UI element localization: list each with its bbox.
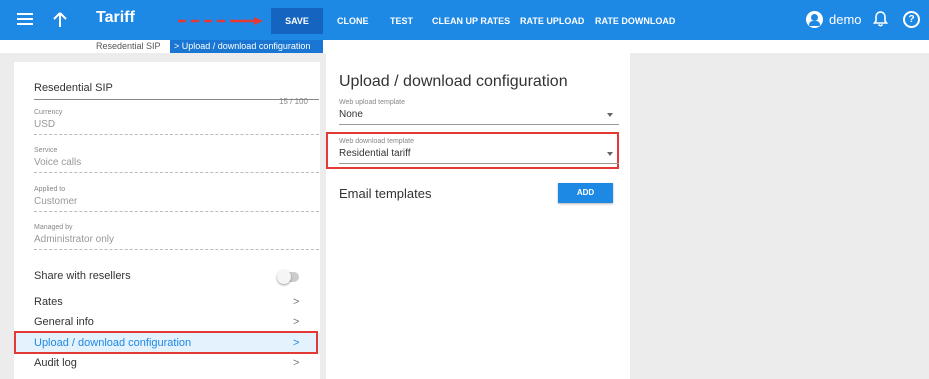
chevron-right-icon: > bbox=[293, 296, 300, 308]
web-download-template-value[interactable]: Residential tariff bbox=[339, 148, 619, 164]
save-button[interactable]: SAVE bbox=[271, 8, 323, 34]
chevron-right-icon: > bbox=[293, 357, 300, 369]
annotation-arrow bbox=[178, 17, 263, 25]
breadcrumb-parent[interactable]: Resedential SIP bbox=[96, 40, 161, 53]
nav-item-label: Rates bbox=[34, 296, 63, 308]
web-upload-template-value[interactable]: None bbox=[339, 109, 619, 125]
user-name[interactable]: demo bbox=[829, 12, 862, 27]
managed-by-field: Managed by Administrator only bbox=[34, 224, 319, 250]
breadcrumb-current-label: Upload / download configuration bbox=[181, 41, 311, 51]
annotation-highlight-box bbox=[14, 331, 318, 354]
test-button[interactable]: TEST bbox=[390, 8, 413, 34]
clone-button[interactable]: CLONE bbox=[337, 8, 369, 34]
nav-item-label: Audit log bbox=[34, 357, 77, 369]
help-icon[interactable]: ? bbox=[903, 11, 920, 28]
page-title: Tariff bbox=[96, 9, 135, 26]
web-upload-template-label: Web upload template bbox=[339, 99, 406, 106]
back-arrow-icon[interactable] bbox=[50, 10, 70, 30]
bell-icon[interactable] bbox=[873, 10, 888, 28]
section-title: Upload / download configuration bbox=[339, 73, 568, 90]
nav-item-audit-log[interactable]: Audit log > bbox=[14, 353, 320, 373]
applied-to-label: Applied to bbox=[34, 186, 66, 193]
nav-item-label: General info bbox=[34, 316, 94, 328]
managed-by-value: Administrator only bbox=[34, 234, 319, 250]
applied-to-field: Applied to Customer bbox=[34, 186, 319, 212]
web-upload-template-select[interactable]: Web upload template None bbox=[339, 99, 619, 125]
chevron-right-icon: > bbox=[293, 316, 300, 328]
nav-item-general-info[interactable]: General info > bbox=[14, 312, 320, 332]
web-download-template-select[interactable]: Web download template Residential tariff bbox=[339, 138, 619, 164]
share-with-resellers-label: Share with resellers bbox=[34, 270, 131, 282]
applied-to-value: Customer bbox=[34, 196, 319, 212]
currency-value: USD bbox=[34, 119, 319, 135]
managed-by-label: Managed by bbox=[34, 224, 73, 231]
rate-upload-button[interactable]: RATE UPLOAD bbox=[520, 8, 584, 34]
web-download-template-label: Web download template bbox=[339, 138, 414, 145]
dropdown-caret-icon bbox=[607, 152, 613, 156]
nav-item-rates[interactable]: Rates > bbox=[14, 292, 320, 312]
user-icon[interactable] bbox=[806, 11, 823, 28]
currency-field: Currency USD bbox=[34, 109, 319, 135]
breadcrumb: Resedential SIP > Upload / download conf… bbox=[0, 40, 929, 53]
rate-download-button[interactable]: RATE DOWNLOAD bbox=[595, 8, 675, 34]
upload-download-panel: Upload / download configuration Web uplo… bbox=[326, 53, 630, 379]
tariff-name-input[interactable]: Resedential SIP bbox=[34, 82, 319, 100]
dropdown-caret-icon bbox=[607, 113, 613, 117]
share-with-resellers-toggle[interactable] bbox=[277, 270, 299, 284]
email-templates-label: Email templates bbox=[339, 186, 432, 201]
currency-label: Currency bbox=[34, 109, 63, 116]
clean-up-rates-button[interactable]: CLEAN UP RATES bbox=[432, 8, 510, 34]
service-field: Service Voice calls bbox=[34, 147, 319, 173]
name-char-counter: 15 / 100 bbox=[279, 97, 308, 106]
service-value: Voice calls bbox=[34, 157, 319, 173]
top-bar: Tariff SAVE CLONE TEST CLEAN UP RATES RA… bbox=[0, 0, 929, 40]
tariff-details-panel: Resedential SIP 15 / 100 Currency USD Se… bbox=[14, 62, 320, 379]
breadcrumb-current: > Upload / download configuration bbox=[170, 40, 323, 53]
menu-icon[interactable] bbox=[17, 10, 33, 30]
add-email-template-button[interactable]: ADD bbox=[558, 183, 613, 203]
chevron-right-icon: > bbox=[174, 41, 182, 51]
service-label: Service bbox=[34, 147, 58, 154]
